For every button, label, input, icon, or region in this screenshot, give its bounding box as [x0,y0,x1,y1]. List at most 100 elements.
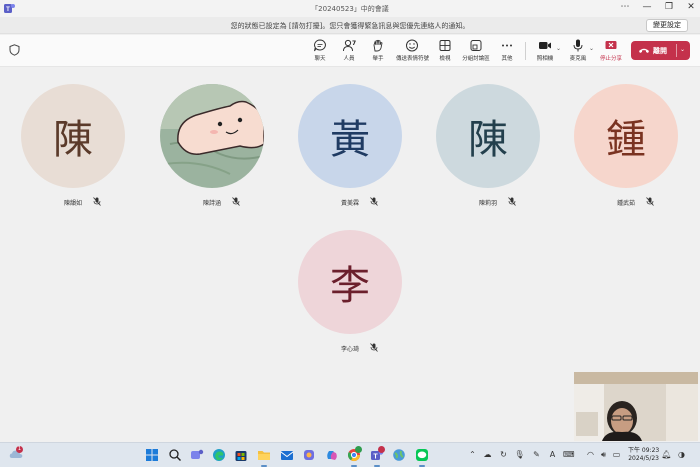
react-label: 傳送表情符號 [396,56,430,62]
participant-tile[interactable]: 李 李心琦 [290,230,410,353]
microphone-tray-icon[interactable]: 🎙︎ [514,449,525,460]
file-explorer-icon[interactable] [257,448,271,462]
react-button[interactable]: 傳送表情符號 [396,39,430,65]
people-button[interactable]: 7 人員 [334,39,364,65]
chat-label: 聊天 [314,56,326,62]
change-settings-button[interactable]: 變更設定 [646,19,688,32]
leave-label: 離開 [653,47,667,55]
more-label: 其他 [501,56,513,62]
leave-button[interactable]: 離開 ⌄ [631,41,690,60]
participant-avatar-photo [160,84,264,188]
self-video-frame [574,372,698,441]
self-video-preview[interactable] [574,372,698,441]
leave-divider [676,44,677,57]
minimize-button[interactable]: — [642,2,652,12]
stop-sharing-button[interactable]: 停止分享 [596,39,626,65]
microsoft-store-icon[interactable] [234,448,248,462]
stop-share-icon [605,41,617,49]
participant-name: 陳韻如 [63,200,82,207]
more-options-icon[interactable]: ⋯ [620,2,630,12]
stop-sharing-label: 停止分享 [599,56,622,62]
camera-button[interactable]: 照相機 [530,39,560,65]
mic-muted-icon [508,197,516,206]
window-title: 「20240523」中的會議 [311,5,389,13]
camera-options-chevron-icon[interactable]: ⌄ [556,45,561,52]
breakout-rooms-button[interactable]: 分組討論區 [461,39,491,65]
close-button[interactable]: ✕ [686,2,696,12]
participant-tile[interactable]: 陳詩涵 [152,84,272,207]
meeting-toolbar: 聊天 7 人員 舉手 傳送表情符號 檢視 分組討論區 其他 照相機 ⌄ 麥克風 … [0,35,700,67]
cartoon-dog-avatar-image [160,84,264,188]
color-palette-icon[interactable]: ◑ [676,449,687,460]
search-icon[interactable] [168,448,182,462]
people-count: 7 [352,40,357,47]
people-label: 人員 [343,56,355,62]
participant-name: 黃美霖 [340,200,359,207]
window-title-bar: T 「20240523」中的會議 ⋯ — ❐ ✕ [0,0,700,17]
participant-tile[interactable]: 鍾 鍾武茹 [566,84,686,207]
participant-name: 鍾武茹 [616,200,635,207]
notice-text: 您的狀態已設定為 [請勿打擾]。您只會獲得緊急訊息與您優先連絡人的通知。 [230,22,470,30]
weather-notification-badge: 1 [16,446,23,453]
clock-date: 2024/5/23 [628,455,659,462]
teams-chat-icon[interactable] [190,448,204,462]
raise-hand-label: 舉手 [372,56,384,62]
microphone-button[interactable]: 麥克風 [563,39,593,65]
participant-name: 陳莉羽 [478,200,497,207]
microphone-options-chevron-icon[interactable]: ⌄ [589,45,594,52]
participant-avatar: 李 [298,230,402,334]
breakout-rooms-label: 分組討論區 [462,56,490,62]
view-button[interactable]: 檢視 [430,39,460,65]
keyboard-icon[interactable]: ⌨ [563,449,575,460]
chrome-notification-badge [355,446,362,453]
tray-overflow-chevron-icon[interactable]: ⌃ [467,449,478,460]
participant-tile[interactable]: 陳 陳莉羽 [428,84,548,207]
raise-hand-icon [373,39,383,52]
more-button[interactable]: 其他 [492,39,522,65]
volume-icon[interactable]: 🔊︎ [598,449,609,460]
participant-avatar: 陳 [436,84,540,188]
leave-options-chevron-icon[interactable]: ⌄ [680,46,685,53]
notification-bell-icon[interactable]: 🔔︎ [661,449,672,460]
hang-up-icon [639,48,649,53]
windows-taskbar: 1 T ⌃ ☁ ↻ 🎙︎ ✎ A ⌨ ◠ 🔊︎ ▭ 下午 09:23 2024/… [0,442,700,467]
camera-icon [539,42,551,49]
emoji-icon [406,39,418,52]
system-clock[interactable]: 下午 09:23 2024/5/23 [628,447,659,463]
raise-hand-button[interactable]: 舉手 [363,39,393,65]
participant-name: 李心琦 [340,346,359,353]
wifi-icon[interactable]: ◠ [585,449,596,460]
participant-avatar: 黃 [298,84,402,188]
microphone-label: 麥克風 [569,56,587,62]
toolbar-separator [525,42,526,60]
teams-notification-badge [378,446,385,453]
shield-icon[interactable] [9,44,20,56]
mic-muted-icon [93,197,101,206]
chat-icon [314,39,326,52]
line-app-icon[interactable] [415,448,429,462]
photos-icon[interactable] [302,448,316,462]
view-grid-icon [439,40,451,51]
copilot-icon[interactable] [325,448,339,462]
chat-button[interactable]: 聊天 [305,39,335,65]
participant-tile[interactable]: 陳 陳韻如 [13,84,133,207]
mic-muted-icon [370,197,378,206]
participant-tile[interactable]: 黃 黃美霖 [290,84,410,207]
mail-icon[interactable] [280,448,294,462]
mic-muted-icon [232,197,240,206]
more-icon [502,44,512,47]
maximize-button[interactable]: ❐ [664,2,674,12]
breakout-rooms-icon [470,40,482,51]
clock-time: 下午 09:23 [628,447,660,454]
edge-browser-icon[interactable] [212,448,226,462]
mic-muted-icon [646,197,654,206]
windows-start-icon[interactable] [145,448,159,462]
battery-icon[interactable]: ▭ [611,449,622,460]
input-method-icon[interactable]: A [547,449,558,460]
sync-icon[interactable]: ↻ [498,449,509,460]
status-notice-bar: 您的狀態已設定為 [請勿打擾]。您只會獲得緊急訊息與您優先連絡人的通知。 變更設… [0,17,700,34]
pen-icon[interactable]: ✎ [531,449,542,460]
svg-text:T: T [373,454,378,461]
globe-app-icon[interactable] [392,448,406,462]
onedrive-cloud-icon[interactable]: ☁ [482,449,493,460]
